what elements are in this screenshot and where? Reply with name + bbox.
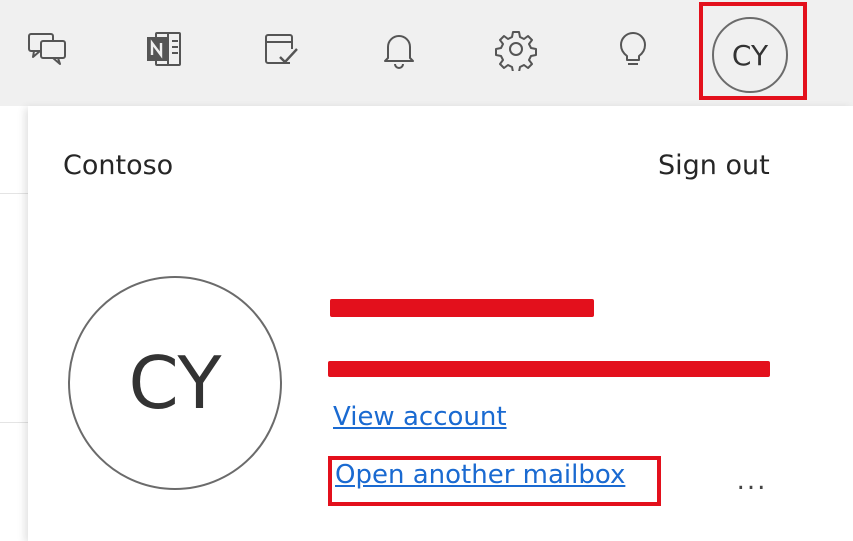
gear-icon bbox=[495, 31, 537, 71]
feedback-button[interactable] bbox=[20, 22, 74, 76]
lightbulb-icon bbox=[620, 32, 646, 65]
onenote-button[interactable] bbox=[137, 22, 191, 76]
open-another-mailbox-link[interactable]: Open another mailbox bbox=[335, 460, 625, 490]
org-name: Contoso bbox=[63, 150, 174, 181]
bell-icon bbox=[384, 35, 414, 69]
redacted-email bbox=[328, 361, 770, 377]
feedback-icon bbox=[28, 33, 66, 65]
header-toolbar: CY bbox=[0, 0, 853, 106]
avatar-initials: CY bbox=[731, 38, 769, 72]
onenote-icon bbox=[147, 32, 181, 66]
settings-button[interactable] bbox=[489, 22, 543, 76]
todo-icon bbox=[265, 34, 298, 64]
account-avatar-button[interactable]: CY bbox=[712, 17, 788, 93]
background-page bbox=[0, 106, 28, 541]
sign-out-link[interactable]: Sign out bbox=[658, 150, 770, 181]
view-account-link[interactable]: View account bbox=[333, 402, 507, 432]
redacted-display-name bbox=[330, 299, 594, 317]
more-options-button[interactable]: ... bbox=[726, 463, 778, 499]
account-flyout: Contoso Sign out CY View account Open an… bbox=[28, 106, 853, 541]
divider bbox=[0, 193, 28, 194]
profile-avatar: CY bbox=[68, 276, 282, 490]
divider bbox=[0, 422, 28, 423]
todo-button[interactable] bbox=[255, 22, 309, 76]
notifications-button[interactable] bbox=[372, 22, 426, 76]
tips-button[interactable] bbox=[606, 22, 660, 76]
screenshot: CY Contoso Sign out CY View account Open… bbox=[0, 0, 853, 541]
avatar-initials: CY bbox=[128, 341, 222, 425]
